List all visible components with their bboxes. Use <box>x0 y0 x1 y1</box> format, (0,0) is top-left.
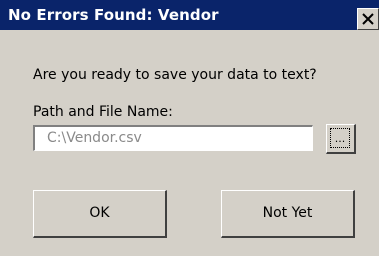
close-button[interactable] <box>357 8 379 30</box>
path-label: Path and File Name: <box>33 104 173 120</box>
close-icon <box>362 13 374 25</box>
not-yet-button[interactable]: Not Yet <box>221 190 355 238</box>
browse-button[interactable]: ... <box>326 124 356 154</box>
browse-label: ... <box>334 132 346 145</box>
window-title: No Errors Found: Vendor <box>8 6 219 24</box>
dialog-window: No Errors Found: Vendor Are you ready to… <box>0 0 379 256</box>
path-input[interactable]: C:\Vendor.csv <box>33 125 313 151</box>
title-bar[interactable]: No Errors Found: Vendor <box>0 0 379 30</box>
dialog-body: Are you ready to save your data to text?… <box>0 30 379 256</box>
ok-button[interactable]: OK <box>33 190 167 238</box>
browse-focus-rect: ... <box>330 128 350 148</box>
prompt-text: Are you ready to save your data to text? <box>33 67 317 83</box>
